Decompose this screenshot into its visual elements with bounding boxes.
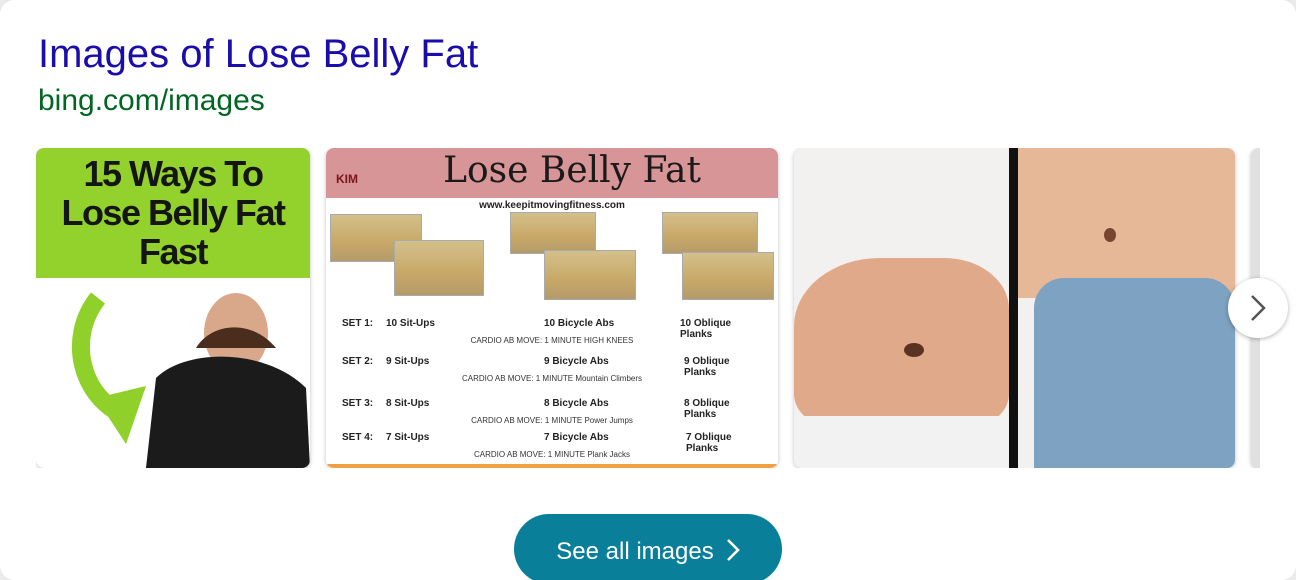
set-bicycle: 9 Bicycle Abs — [544, 356, 609, 367]
carousel-next-button[interactable] — [1228, 278, 1288, 338]
navel — [904, 343, 924, 357]
exercise-photo — [394, 240, 484, 296]
result-url: bing.com/images — [38, 84, 265, 117]
see-all-images-button[interactable]: See all images — [514, 514, 782, 580]
cardio-line: CARDIO AB MOVE: 1 MINUTE Mountain Climbe… — [461, 374, 643, 383]
image-carousel: 15 Ways To Lose Belly Fat Fast Lose Bell… — [36, 148, 1260, 468]
thumbnail-2-heading: Lose Belly Fat — [443, 150, 701, 191]
image-results-card: Images of Lose Belly Fat bing.com/images… — [0, 0, 1296, 580]
see-all-label: See all images — [556, 538, 714, 565]
thumbnail-2-site: www.keepitmovingfitness.com — [479, 200, 625, 211]
exercise-photo — [662, 212, 758, 254]
chevron-right-icon — [1251, 295, 1266, 321]
jeans — [1034, 278, 1235, 468]
image-thumbnail-3[interactable] — [794, 148, 1235, 468]
belly-after-photo — [1018, 148, 1235, 298]
image-divider — [1009, 148, 1018, 468]
set-label: SET 4: — [342, 432, 374, 443]
set-bicycle: 10 Bicycle Abs — [544, 318, 615, 329]
image-thumbnail-1[interactable]: 15 Ways To Lose Belly Fat Fast — [36, 148, 310, 468]
set-label: SET 2: — [342, 356, 374, 367]
set-label: SET 3: — [342, 398, 374, 409]
result-title-link[interactable]: Images of Lose Belly Fat — [38, 30, 478, 78]
cardio-line: CARDIO AB MOVE: 1 MINUTE Plank Jacks — [473, 450, 631, 459]
exercise-photo — [510, 212, 596, 254]
set-label: SET 1: — [342, 318, 374, 329]
exercise-photo — [682, 252, 774, 300]
set-bicycle: 7 Bicycle Abs — [544, 432, 609, 443]
set-bicycle: 8 Bicycle Abs — [544, 398, 609, 409]
image-thumbnail-2[interactable]: Lose Belly Fat KIM www.keepitmovingfitne… — [326, 148, 778, 468]
thumbnail-1-photo — [71, 292, 310, 468]
brand-logo: KIM — [336, 172, 358, 186]
exercise-photo — [544, 250, 636, 300]
cardio-line: CARDIO AB MOVE: 1 MINUTE HIGH KNEES — [470, 336, 634, 345]
navel — [1104, 228, 1116, 242]
cardio-line: CARDIO AB MOVE: 1 MINUTE Power Jumps — [471, 416, 633, 425]
thumbnail-bottom-bar — [326, 464, 778, 468]
belly-before-photo — [794, 258, 1009, 428]
set-situps: 10 Sit-Ups — [386, 318, 435, 329]
set-situps: 8 Sit-Ups — [386, 398, 430, 409]
set-situps: 7 Sit-Ups — [386, 432, 430, 443]
waistband — [794, 416, 1009, 468]
set-situps: 9 Sit-Ups — [386, 356, 430, 367]
